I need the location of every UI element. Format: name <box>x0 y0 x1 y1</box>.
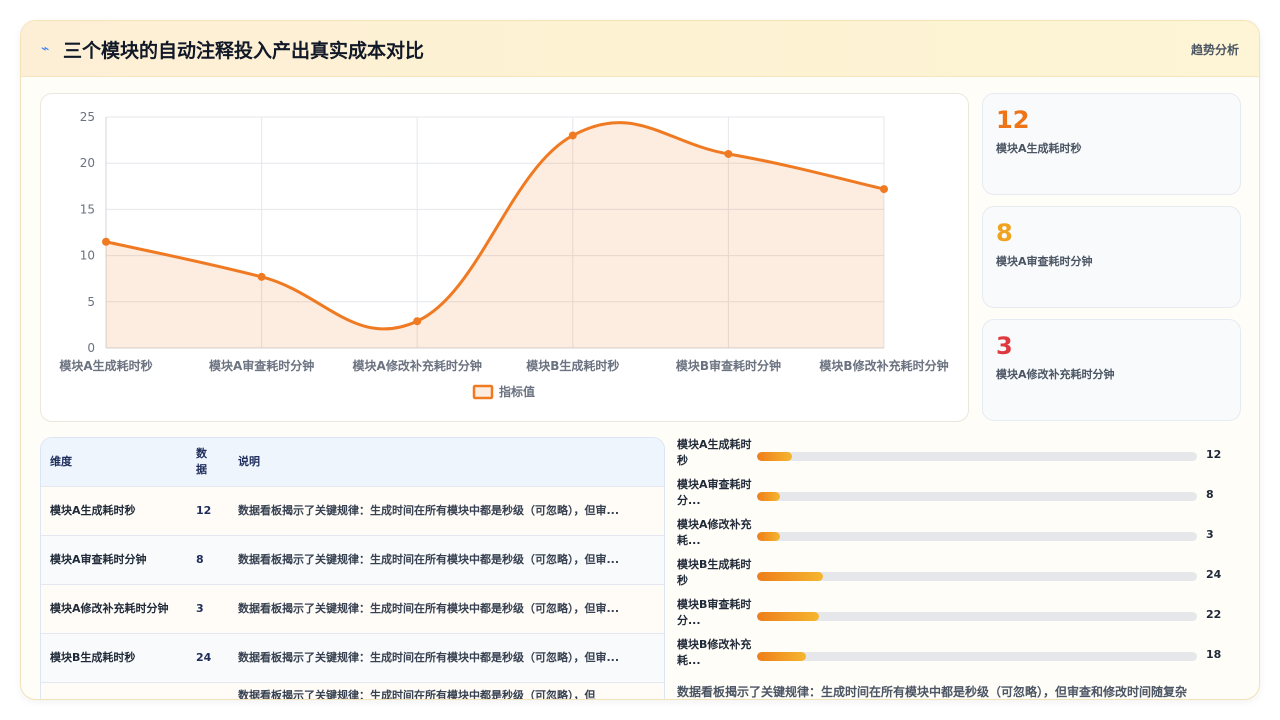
bar-value: 12 <box>1206 448 1222 461</box>
line-chart: 0 5 10 15 20 25 模块A生成耗时秒 模块A审查耗时分钟 模块A修改补充耗时分钟 模块… <box>59 110 949 400</box>
bar-row: 模块A修改补充耗... 3 <box>677 517 1241 553</box>
bar-label: 模块B审查耗时分... <box>677 598 752 627</box>
kpi-value: 8 <box>996 219 1013 247</box>
kpi-value: 3 <box>996 332 1013 360</box>
table-row[interactable]: 模块A修改补充耗时分钟 3 数据看板揭示了关键规律：生成时间在所有模块中都是秒级… <box>41 584 664 633</box>
cell-value: 3 <box>196 602 204 615</box>
data-point <box>102 237 110 246</box>
bar-track <box>757 652 1197 661</box>
y-tick-label: 15 <box>80 202 95 216</box>
bar-row: 模块A审查耗时分... 8 <box>677 477 1241 513</box>
bar-track <box>757 452 1197 461</box>
kpi-card: 8 模块A审查耗时分钟 <box>982 206 1241 308</box>
col-header-dimension[interactable]: 维度 <box>41 438 187 486</box>
bar-track <box>757 492 1197 501</box>
data-point <box>568 131 577 140</box>
bar-fill <box>757 652 806 661</box>
table-row[interactable]: 数据看板揭示了关键规律：生成时间在所有模块中都是秒级（可忽略），但 <box>41 682 664 700</box>
cell-value: 12 <box>196 504 212 517</box>
col-header-data[interactable]: 数据 <box>187 438 229 486</box>
table-row[interactable]: 模块A审查耗时分钟 8 数据看板揭示了关键规律：生成时间在所有模块中都是秒级（可… <box>41 535 664 584</box>
table-row[interactable]: 模块B生成耗时秒 24 数据看板揭示了关键规律：生成时间在所有模块中都是秒级（可… <box>41 633 664 682</box>
y-tick-label: 0 <box>87 341 95 355</box>
bar-value: 8 <box>1206 488 1214 501</box>
lightning-icon: ⌁ <box>41 41 50 57</box>
bar-row: 模块B修改补充耗... 18 <box>677 637 1241 673</box>
cell-dimension: 模块A生成耗时秒 <box>50 504 136 517</box>
bar-row: 模块B审查耗时分... 22 <box>677 597 1241 633</box>
data-point <box>257 272 266 281</box>
kpi-card: 3 模块A修改补充耗时分钟 <box>982 319 1241 421</box>
bar-label: 模块A生成耗时秒 <box>677 438 752 467</box>
bar-row: 模块A生成耗时秒 12 <box>677 437 1241 473</box>
cell-value <box>187 682 229 699</box>
bar-label: 模块A修改补充耗... <box>677 518 752 547</box>
bar-value: 3 <box>1206 528 1214 541</box>
bar-value: 22 <box>1206 608 1222 621</box>
bar-track <box>757 572 1197 581</box>
data-point <box>880 185 888 194</box>
bar-label: 模块B修改补充耗... <box>677 638 752 667</box>
legend-swatch <box>472 384 494 400</box>
bar-row: 模块B生成耗时秒 24 <box>677 557 1241 593</box>
cell-description: 数据看板揭示了关键规律：生成时间在所有模块中都是秒级（可忽略），但审... <box>238 651 620 664</box>
cell-dimension: 模块B生成耗时秒 <box>50 651 136 664</box>
data-table-panel: 维度 数据 说明 模块A生成耗时秒 12 数据看板揭示了关键规律：生成时间在所有… <box>40 437 665 700</box>
cell-dimension: 模块A审查耗时分钟 <box>50 553 147 566</box>
page-title: 三个模块的自动注释投入产出真实成本对比 <box>63 40 425 62</box>
bar-fill <box>757 532 780 541</box>
bar-fill <box>757 452 792 461</box>
cell-description: 数据看板揭示了关键规律：生成时间在所有模块中都是秒级（可忽略），但 <box>238 688 596 700</box>
dashboard-card: ⌁ 三个模块的自动注释投入产出真实成本对比 趋势分析 0 5 10 15 20 25 模块A… <box>20 20 1260 700</box>
cell-value: 24 <box>196 651 212 664</box>
col-header-description[interactable]: 说明 <box>229 438 664 486</box>
kpi-label: 模块A生成耗时秒 <box>996 142 1082 155</box>
bar-fill <box>757 572 824 581</box>
cell-dimension <box>41 682 187 699</box>
cell-description: 数据看板揭示了关键规律：生成时间在所有模块中都是秒级（可忽略），但审... <box>238 504 620 517</box>
y-tick-label: 25 <box>80 110 95 124</box>
bar-label: 模块A审查耗时分... <box>677 478 752 507</box>
x-tick-label: 模块B生成耗时秒 <box>526 358 619 373</box>
bar-value: 24 <box>1206 568 1222 581</box>
table-header-row: 维度 数据 说明 <box>41 438 664 486</box>
x-tick-label: 模块B审查耗时分钟 <box>676 358 781 373</box>
cell-value: 8 <box>196 553 204 566</box>
bar-value: 18 <box>1206 648 1222 661</box>
x-tick-label: 模块A修改补充耗时分钟 <box>353 358 482 373</box>
cell-dimension: 模块A修改补充耗时分钟 <box>50 602 169 615</box>
table-row[interactable]: 模块A生成耗时秒 12 数据看板揭示了关键规律：生成时间在所有模块中都是秒级（可… <box>41 486 664 535</box>
cell-description: 数据看板揭示了关键规律：生成时间在所有模块中都是秒级（可忽略），但审... <box>238 602 620 615</box>
data-point <box>724 149 733 158</box>
legend-label: 指标值 <box>499 384 535 399</box>
y-tick-label: 5 <box>87 295 95 309</box>
progress-bar-list: 模块A生成耗时秒 12 模块A审查耗时分... 8 模块A修改补充耗... 3 模块B生成耗… <box>677 437 1241 699</box>
kpi-label: 模块A审查耗时分钟 <box>996 255 1093 268</box>
trend-analysis-link[interactable]: 趋势分析 <box>1191 41 1239 58</box>
cell-description: 数据看板揭示了关键规律：生成时间在所有模块中都是秒级（可忽略），但审... <box>238 553 620 566</box>
bar-label: 模块B生成耗时秒 <box>677 558 752 587</box>
data-table: 维度 数据 说明 模块A生成耗时秒 12 数据看板揭示了关键规律：生成时间在所有… <box>41 438 664 700</box>
x-tick-label: 模块A生成耗时秒 <box>59 358 152 373</box>
x-tick-label: 模块A审查耗时分钟 <box>209 358 314 373</box>
header: ⌁ 三个模块的自动注释投入产出真实成本对比 趋势分析 <box>21 21 1259 77</box>
bar-track <box>757 532 1197 541</box>
data-point <box>413 317 422 326</box>
x-tick-label: 模块B修改补充耗时分钟 <box>819 358 948 373</box>
kpi-card: 12 模块A生成耗时秒 <box>982 93 1241 195</box>
line-chart-panel: 0 5 10 15 20 25 模块A生成耗时秒 模块A审查耗时分钟 模块A修改补充耗时分钟 模块… <box>40 93 969 422</box>
kpi-value: 12 <box>996 106 1030 134</box>
y-tick-label: 20 <box>80 156 95 170</box>
bar-fill <box>757 492 780 501</box>
summary-text: 数据看板揭示了关键规律：生成时间在所有模块中都是秒级（可忽略），但审查和修改时间… <box>677 685 1188 699</box>
series-area <box>106 122 884 349</box>
bar-fill <box>757 612 819 621</box>
kpi-label: 模块A修改补充耗时分钟 <box>996 368 1115 381</box>
bar-track <box>757 612 1197 621</box>
y-tick-label: 10 <box>80 249 95 263</box>
